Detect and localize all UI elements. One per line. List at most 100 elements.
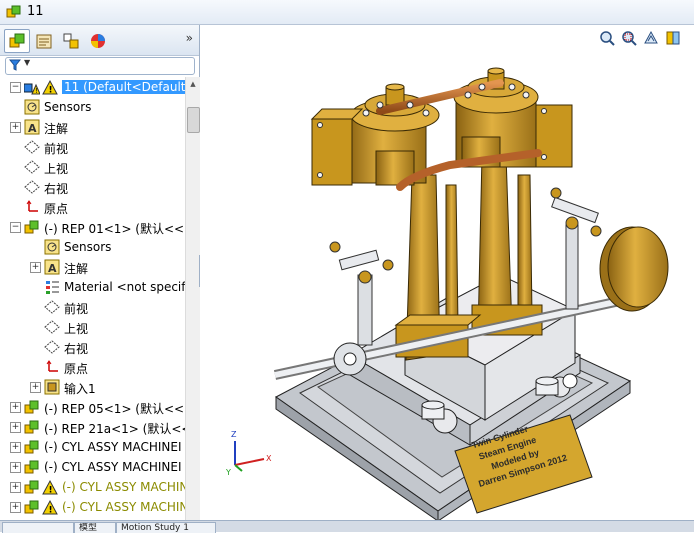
expand-icon[interactable]: + bbox=[30, 382, 41, 393]
scroll-thumb[interactable] bbox=[187, 107, 200, 133]
import-feature-icon bbox=[44, 379, 60, 395]
tree-item-label: 注解 bbox=[44, 122, 69, 136]
expand-icon[interactable]: + bbox=[10, 462, 21, 473]
configurationmanager-icon bbox=[63, 33, 79, 49]
triad-z-label: Z bbox=[231, 430, 237, 439]
filter-icon bbox=[9, 59, 21, 71]
appearance-tab[interactable] bbox=[85, 29, 111, 53]
tree-item[interactable]: 上视 bbox=[0, 317, 185, 337]
tree-item[interactable]: − (-) REP 01<1> (默认<<D bbox=[0, 217, 185, 237]
tree-item-label: 11 (Default<Default_Dis bbox=[62, 80, 185, 94]
tree-filter-input[interactable]: ▼ bbox=[5, 57, 195, 75]
tree-item-label: 前视 bbox=[64, 302, 89, 316]
collapse-icon[interactable]: − bbox=[10, 222, 21, 233]
tree-item[interactable]: Material <not specif bbox=[0, 277, 185, 297]
subassembly-icon bbox=[24, 399, 40, 415]
warning-icon: ! bbox=[42, 499, 58, 516]
origin-icon bbox=[24, 199, 40, 215]
expand-icon[interactable]: + bbox=[10, 422, 21, 433]
tree-item[interactable]: 上视 bbox=[0, 157, 185, 177]
tree-item[interactable]: + (-) REP 05<1> (默认<<D bbox=[0, 397, 185, 417]
graphics-viewport[interactable]: Twin Cylinder Steam Engine Modeled by Da… bbox=[200, 25, 694, 520]
triad-x-label: X bbox=[266, 454, 272, 463]
assembly-icon bbox=[6, 5, 21, 18]
tree-item[interactable]: 原点 bbox=[0, 357, 185, 377]
tree-item[interactable]: Sensors bbox=[0, 237, 185, 257]
subassembly-icon bbox=[24, 419, 40, 435]
feature-tree: −!!11 (Default<Default_DisSensors+A注解前视上… bbox=[0, 77, 185, 531]
featuremanager-icon bbox=[9, 33, 25, 48]
tree-item-label: 前视 bbox=[44, 142, 69, 156]
tree-item-label: (-) REP 01<1> (默认<<D bbox=[44, 222, 185, 236]
svg-text:A: A bbox=[48, 262, 57, 275]
tree-item[interactable]: + A 注解 bbox=[0, 257, 185, 277]
expand-icon[interactable]: + bbox=[30, 262, 41, 273]
tree-item-label: (-) CYL ASSY MACHIN bbox=[62, 480, 185, 494]
tree-item-label: 原点 bbox=[64, 362, 89, 376]
steam-engine-model[interactable]: Twin Cylinder Steam Engine Modeled by Da… bbox=[200, 25, 694, 520]
tree-item-label: 原点 bbox=[44, 202, 69, 216]
tree-item[interactable]: 前视 bbox=[0, 137, 185, 157]
tree-item[interactable]: + (-) REP 21a<1> (默认<< bbox=[0, 417, 185, 437]
tab-motion-study[interactable]: Motion Study 1 bbox=[116, 522, 216, 533]
tree-item[interactable]: + (-) CYL ASSY MACHINEI bbox=[0, 457, 185, 477]
right-cylinder bbox=[453, 67, 573, 168]
tree-item[interactable]: 右视 bbox=[0, 337, 185, 357]
tab-model[interactable]: 模型 bbox=[74, 522, 116, 533]
tree-item[interactable]: + A 注解 bbox=[0, 117, 185, 137]
scroll-up-arrow-icon[interactable]: ▲ bbox=[186, 77, 200, 91]
bottom-tab-bar: 模型 Motion Study 1 bbox=[0, 520, 694, 533]
tree-item[interactable]: 原点 bbox=[0, 197, 185, 217]
tree-item[interactable]: 右视 bbox=[0, 177, 185, 197]
assembly-warning-icon: ! bbox=[23, 79, 41, 95]
panel-tab-bar: » bbox=[0, 25, 199, 56]
tree-scrollbar[interactable]: ▲ ▼ bbox=[185, 77, 200, 531]
tab-blank[interactable] bbox=[2, 522, 74, 533]
tree-item[interactable]: + (-) CYL ASSY MACHINEI bbox=[0, 437, 185, 457]
appearance-icon bbox=[91, 34, 105, 48]
featuremanager-tab[interactable] bbox=[4, 29, 30, 53]
axis-triad: Z X Y bbox=[225, 430, 272, 477]
tree-filter-row: ▼ bbox=[0, 56, 199, 76]
material-icon bbox=[44, 279, 60, 295]
tree-item[interactable]: −!! 11 (Default<Default_Dis bbox=[0, 77, 185, 97]
window-title-bar: 11 bbox=[0, 0, 694, 25]
svg-text:!: ! bbox=[49, 486, 53, 496]
tree-item[interactable]: + 输入1 bbox=[0, 377, 185, 397]
annotations-icon: A bbox=[44, 259, 60, 275]
configurationmanager-tab[interactable] bbox=[58, 29, 84, 53]
tree-item[interactable]: +! (-) CYL ASSY MACHIN bbox=[0, 477, 185, 497]
tree-item-label: (-) CYL ASSY MACHINEI bbox=[44, 440, 182, 454]
svg-text:!: ! bbox=[35, 87, 38, 95]
plane-icon bbox=[24, 139, 40, 155]
plane-icon bbox=[24, 179, 40, 195]
tree-item[interactable]: Sensors bbox=[0, 97, 185, 117]
more-tabs-button[interactable]: » bbox=[186, 31, 193, 45]
tree-item[interactable]: 前视 bbox=[0, 297, 185, 317]
expand-icon[interactable]: + bbox=[10, 122, 21, 133]
plane-icon bbox=[44, 299, 60, 315]
svg-text:!: ! bbox=[49, 86, 53, 96]
tree-item-label: Material <not specif bbox=[64, 280, 185, 294]
expand-icon[interactable]: + bbox=[10, 442, 21, 453]
collapse-icon[interactable]: − bbox=[10, 82, 21, 93]
tree-item[interactable]: +! (-) CYL ASSY MACHIN bbox=[0, 497, 185, 517]
plane-icon bbox=[24, 159, 40, 175]
feature-manager-panel: » ▼ −!!11 (Default<Default_DisSensors+A注… bbox=[0, 25, 200, 531]
expand-icon[interactable]: + bbox=[10, 502, 21, 513]
warning-icon: ! bbox=[42, 79, 58, 96]
propertymanager-icon bbox=[36, 34, 52, 49]
tree-item-label: 上视 bbox=[64, 322, 89, 336]
window-title: 11 bbox=[27, 4, 44, 19]
svg-text:A: A bbox=[28, 122, 37, 135]
tree-item-label: 右视 bbox=[44, 182, 69, 196]
tree-item-label: 注解 bbox=[64, 262, 89, 276]
chevron-down-icon[interactable]: ▼ bbox=[24, 58, 30, 67]
expand-icon[interactable]: + bbox=[10, 482, 21, 493]
tree-item-label: Sensors bbox=[64, 240, 112, 254]
subassembly-icon bbox=[24, 459, 40, 475]
tree-item-label: 上视 bbox=[44, 162, 69, 176]
propertymanager-tab[interactable] bbox=[31, 29, 57, 53]
tree-item-label: 输入1 bbox=[64, 382, 96, 396]
expand-icon[interactable]: + bbox=[10, 402, 21, 413]
